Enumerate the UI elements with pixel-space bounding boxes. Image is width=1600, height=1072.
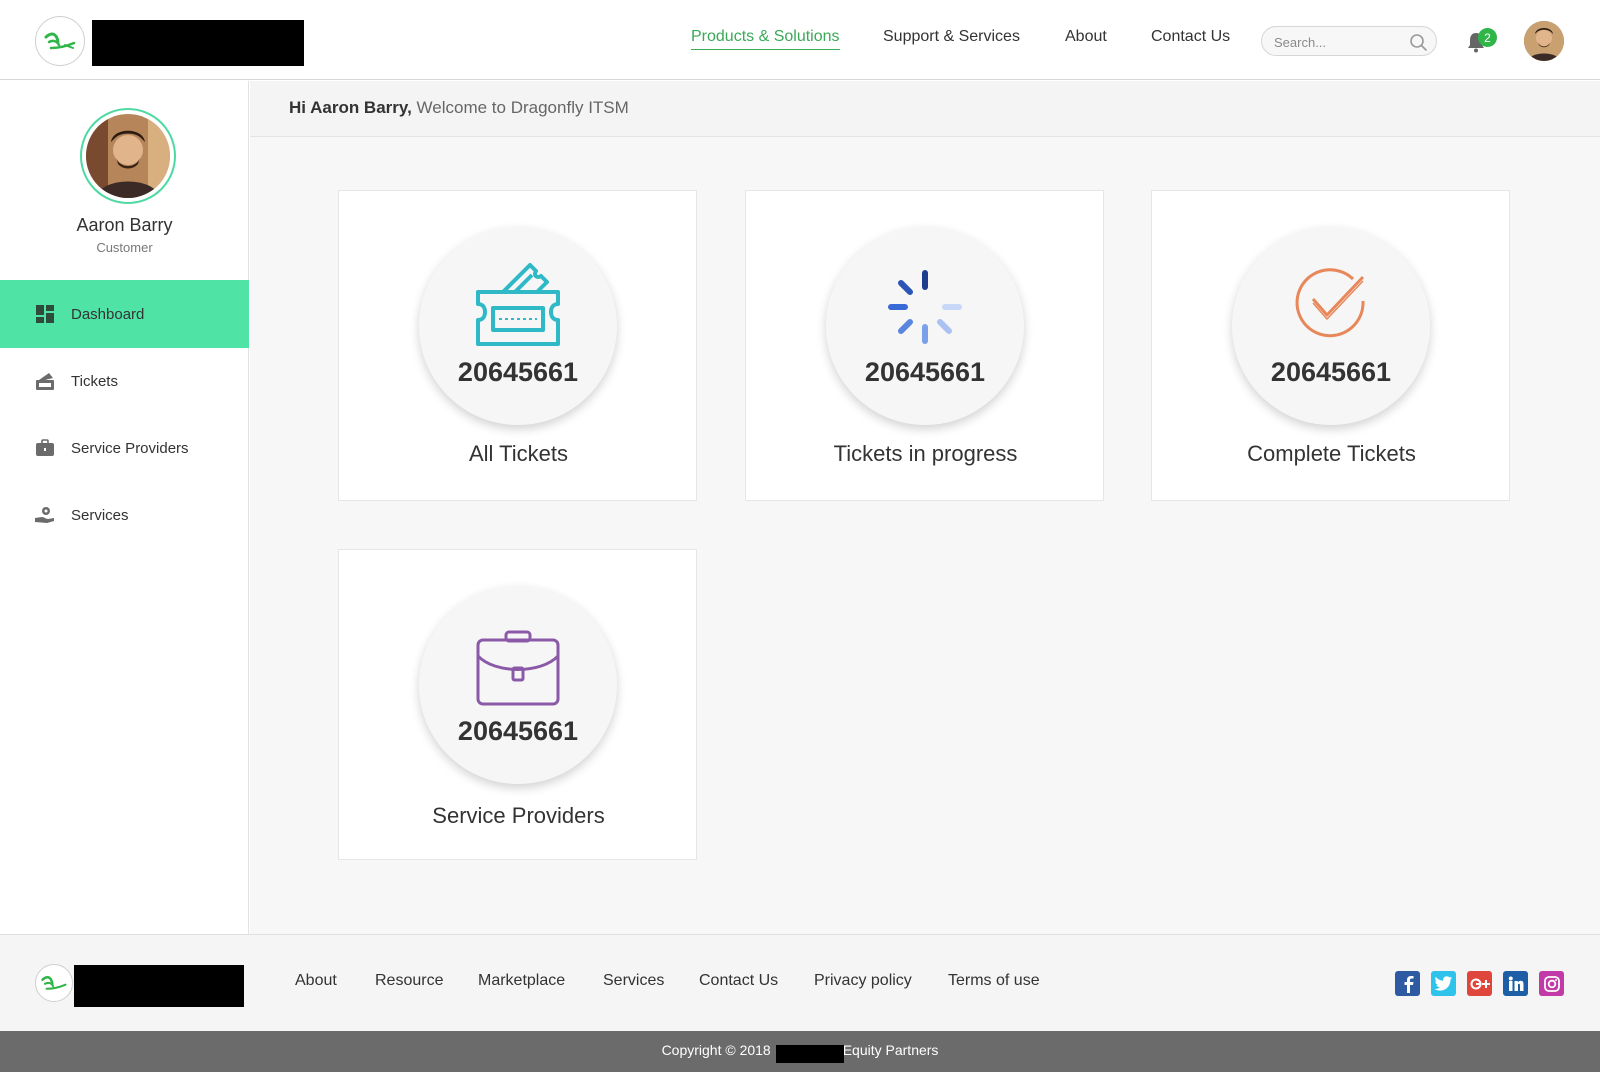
copyright-prefix: Copyright © 2018 <box>661 1042 771 1058</box>
sidebar-item-label: Services <box>71 506 129 524</box>
footer: About Resource Marketplace Services Cont… <box>0 934 1600 1031</box>
dragonfly-icon <box>41 976 67 990</box>
redacted-brand-name <box>74 965 244 1007</box>
stat-circle: 20645661 <box>419 227 617 425</box>
profile-avatar[interactable] <box>80 108 176 204</box>
stat-count: 20645661 <box>457 716 579 746</box>
sidebar-item-service-providers[interactable]: Service Providers <box>0 414 249 482</box>
linkedin-icon[interactable] <box>1503 971 1528 996</box>
main-content: Hi Aaron Barry, Welcome to Dragonfly ITS… <box>250 81 1600 934</box>
footer-link-about[interactable]: About <box>295 972 337 990</box>
card-tickets-in-progress[interactable]: 20645661 Tickets in progress <box>745 190 1104 501</box>
card-all-tickets[interactable]: 20645661 All Tickets <box>338 190 697 501</box>
sidebar-item-label: Service Providers <box>71 439 189 457</box>
footer-link-contact-us[interactable]: Contact Us <box>699 972 778 990</box>
sidebar-item-label: Tickets <box>71 372 118 390</box>
card-title: Tickets in progress <box>833 441 1018 466</box>
nav-support-services[interactable]: Support & Services <box>883 28 1020 46</box>
stat-count: 20645661 <box>457 357 579 387</box>
stat-circle: 20645661 <box>826 227 1024 425</box>
sidebar-item-label: Dashboard <box>71 305 145 323</box>
footer-link-marketplace[interactable]: Marketplace <box>478 972 565 990</box>
profile-image <box>86 114 170 198</box>
card-title: Service Providers <box>432 803 605 828</box>
spinner-icon <box>888 270 962 344</box>
footer-link-resource[interactable]: Resource <box>375 972 443 990</box>
notification-badge: 2 <box>1478 28 1497 47</box>
card-title: All Tickets <box>468 441 569 466</box>
top-header: Products & Solutions Support & Services … <box>0 0 1600 80</box>
welcome-bar: Hi Aaron Barry, Welcome to Dragonfly ITS… <box>250 81 1600 137</box>
briefcase-icon <box>36 439 54 456</box>
briefcase-icon <box>476 630 560 706</box>
tickets-icon <box>36 373 54 390</box>
greeting-text: Welcome to Dragonfly ITSM <box>416 98 629 117</box>
redacted-company-name <box>776 1045 844 1063</box>
facebook-icon[interactable] <box>1395 971 1420 996</box>
welcome-message: Hi Aaron Barry, Welcome to Dragonfly ITS… <box>289 98 629 118</box>
avatar-image <box>1524 21 1564 61</box>
copyright-suffix: Equity Partners <box>842 1042 939 1058</box>
nav-contact-us[interactable]: Contact Us <box>1151 28 1230 46</box>
search-icon[interactable] <box>1408 32 1428 52</box>
hand-gear-icon <box>35 507 54 523</box>
instagram-icon[interactable] <box>1539 971 1564 996</box>
check-circle-icon <box>1295 268 1365 338</box>
card-service-providers[interactable]: 20645661 Service Providers <box>338 549 697 860</box>
sidebar-item-tickets[interactable]: Tickets <box>0 347 249 415</box>
footer-link-terms-of-use[interactable]: Terms of use <box>948 972 1040 990</box>
profile-name: Aaron Barry <box>76 215 173 235</box>
dragonfly-logo[interactable] <box>35 16 85 66</box>
nav-products-solutions[interactable]: Products & Solutions <box>691 28 840 50</box>
nav-about[interactable]: About <box>1065 28 1107 46</box>
ticket-icon <box>476 263 560 346</box>
sidebar-item-services[interactable]: Services <box>0 481 249 549</box>
search-box <box>1261 26 1437 56</box>
dragonfly-icon <box>44 32 76 50</box>
card-complete-tickets[interactable]: 20645661 Complete Tickets <box>1151 190 1510 501</box>
footer-link-services[interactable]: Services <box>603 972 664 990</box>
redacted-brand-name <box>92 20 304 66</box>
google-plus-icon[interactable] <box>1467 971 1492 996</box>
sidebar: Aaron Barry Customer Dashboard Tickets S… <box>0 81 249 934</box>
twitter-icon[interactable] <box>1431 971 1456 996</box>
user-avatar[interactable] <box>1524 21 1564 61</box>
stat-circle: 20645661 <box>419 586 617 784</box>
footer-link-privacy-policy[interactable]: Privacy policy <box>814 972 912 990</box>
greeting-name: Hi Aaron Barry, <box>289 98 412 117</box>
stat-count: 20645661 <box>1270 357 1392 387</box>
stat-circle: 20645661 <box>1232 227 1430 425</box>
search-input[interactable] <box>1274 32 1404 52</box>
copyright-bar: Copyright © 2018 Equity Partners <box>0 1031 1600 1072</box>
card-title: Complete Tickets <box>1247 441 1416 466</box>
profile-role: Customer <box>96 240 153 255</box>
sidebar-item-dashboard[interactable]: Dashboard <box>0 280 249 348</box>
stat-count: 20645661 <box>864 357 986 387</box>
dashboard-icon <box>36 305 54 323</box>
footer-logo[interactable] <box>35 964 73 1002</box>
